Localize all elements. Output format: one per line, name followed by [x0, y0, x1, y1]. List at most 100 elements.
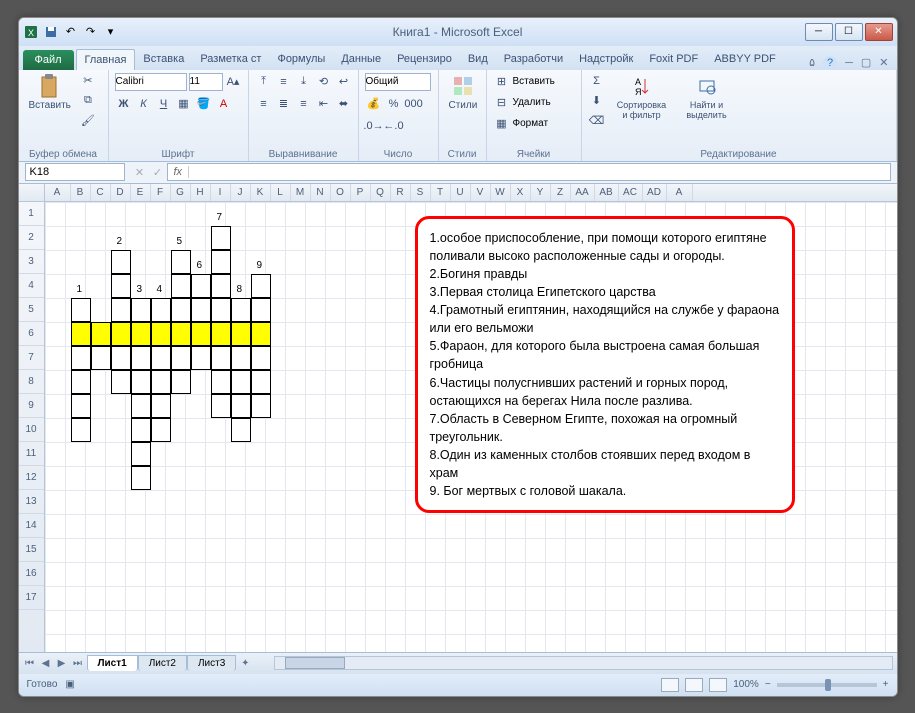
crossword-cell[interactable]: [131, 370, 151, 394]
window-minimize-icon[interactable]: ─: [845, 57, 853, 69]
crossword-cell[interactable]: [71, 394, 91, 418]
insert-cells-icon[interactable]: ⊞: [493, 73, 511, 91]
row-header[interactable]: 7: [19, 346, 44, 370]
column-header[interactable]: M: [291, 184, 311, 201]
crossword-cell[interactable]: [211, 274, 231, 298]
bold-icon[interactable]: Ж: [115, 95, 133, 113]
crossword-cell[interactable]: [151, 298, 171, 322]
column-header[interactable]: J: [231, 184, 251, 201]
crossword-cell[interactable]: [71, 322, 91, 346]
row-header[interactable]: 16: [19, 562, 44, 586]
crossword-cell[interactable]: [131, 298, 151, 322]
column-header[interactable]: H: [191, 184, 211, 201]
crossword-cell[interactable]: [131, 394, 151, 418]
crossword-cell[interactable]: [211, 346, 231, 370]
window-close-icon[interactable]: ✕: [879, 56, 888, 69]
undo-icon[interactable]: ↶: [63, 24, 79, 40]
row-header[interactable]: 3: [19, 250, 44, 274]
column-header[interactable]: AB: [595, 184, 619, 201]
column-header[interactable]: K: [251, 184, 271, 201]
crossword-cell[interactable]: [171, 298, 191, 322]
fill-color-icon[interactable]: 🪣: [195, 95, 213, 113]
ribbon-tab-2[interactable]: Разметка ст: [192, 49, 269, 70]
crossword-cell[interactable]: [111, 346, 131, 370]
column-header[interactable]: E: [131, 184, 151, 201]
cells-area[interactable]: 725691348 1.особое приспособление, при п…: [45, 202, 897, 652]
crossword-cell[interactable]: [211, 370, 231, 394]
column-header[interactable]: V: [471, 184, 491, 201]
crossword-cell[interactable]: [151, 418, 171, 442]
crossword-cell[interactable]: [211, 226, 231, 250]
row-header[interactable]: 4: [19, 274, 44, 298]
crossword-cell[interactable]: [251, 274, 271, 298]
cancel-formula-icon[interactable]: ✕: [131, 163, 149, 181]
number-format-combo[interactable]: [365, 73, 431, 91]
column-header[interactable]: AA: [571, 184, 595, 201]
row-header[interactable]: 14: [19, 514, 44, 538]
underline-icon[interactable]: Ч: [155, 95, 173, 113]
column-header[interactable]: Y: [531, 184, 551, 201]
align-bottom-icon[interactable]: ⤓: [295, 73, 313, 91]
column-header[interactable]: I: [211, 184, 231, 201]
zoom-out-icon[interactable]: −: [765, 679, 771, 690]
sheet-nav-first-icon[interactable]: ⏮: [23, 656, 37, 670]
find-select-button[interactable]: Найти и выделить: [678, 72, 736, 122]
normal-view-button[interactable]: [661, 678, 679, 692]
crossword-cell[interactable]: [171, 250, 191, 274]
ribbon-tab-10[interactable]: ABBYY PDF: [706, 49, 784, 70]
column-header[interactable]: U: [451, 184, 471, 201]
crossword-cell[interactable]: [211, 394, 231, 418]
qat-more-icon[interactable]: ▾: [103, 24, 119, 40]
column-header[interactable]: L: [271, 184, 291, 201]
column-header[interactable]: X: [511, 184, 531, 201]
merge-icon[interactable]: ⬌: [335, 95, 353, 113]
crossword-cell[interactable]: [231, 394, 251, 418]
crossword-cell[interactable]: [231, 418, 251, 442]
column-header[interactable]: F: [151, 184, 171, 201]
horizontal-scrollbar[interactable]: [274, 656, 892, 670]
row-header[interactable]: 5: [19, 298, 44, 322]
row-header[interactable]: 9: [19, 394, 44, 418]
page-layout-view-button[interactable]: [685, 678, 703, 692]
ribbon-tab-3[interactable]: Формулы: [269, 49, 333, 70]
crossword-cell[interactable]: [191, 274, 211, 298]
crossword-cell[interactable]: [251, 346, 271, 370]
zoom-level[interactable]: 100%: [733, 679, 759, 690]
crossword-cell[interactable]: [171, 370, 191, 394]
column-header[interactable]: N: [311, 184, 331, 201]
crossword-cell[interactable]: [131, 466, 151, 490]
sort-filter-button[interactable]: AЯСортировка и фильтр: [610, 72, 674, 122]
row-header[interactable]: 11: [19, 442, 44, 466]
grow-font-icon[interactable]: A▴: [225, 73, 242, 91]
crossword-cell[interactable]: [111, 274, 131, 298]
zoom-slider-thumb[interactable]: [825, 679, 831, 691]
sheet-nav-last-icon[interactable]: ⏭: [71, 656, 85, 670]
macro-record-icon[interactable]: ▣: [65, 679, 74, 690]
ribbon-tab-0[interactable]: Главная: [76, 49, 136, 70]
column-header[interactable]: R: [391, 184, 411, 201]
ribbon-tab-4[interactable]: Данные: [333, 49, 389, 70]
crossword-cell[interactable]: [251, 394, 271, 418]
align-center-icon[interactable]: ≣: [275, 95, 293, 113]
column-header[interactable]: A: [667, 184, 693, 201]
crossword-cell[interactable]: [151, 346, 171, 370]
new-sheet-icon[interactable]: ✦: [238, 656, 252, 670]
crossword-cell[interactable]: [111, 250, 131, 274]
crossword-cell[interactable]: [111, 298, 131, 322]
crossword-cell[interactable]: [191, 298, 211, 322]
align-right-icon[interactable]: ≡: [295, 95, 313, 113]
crossword-cell[interactable]: [131, 418, 151, 442]
crossword-cell[interactable]: [71, 418, 91, 442]
sheet-nav-prev-icon[interactable]: ◀: [39, 656, 53, 670]
column-header[interactable]: Z: [551, 184, 571, 201]
column-header[interactable]: S: [411, 184, 431, 201]
crossword-cell[interactable]: [231, 370, 251, 394]
crossword-cell[interactable]: [131, 346, 151, 370]
file-tab[interactable]: Файл: [23, 50, 74, 70]
percent-icon[interactable]: %: [385, 95, 403, 113]
close-button[interactable]: ✕: [865, 23, 893, 41]
column-header[interactable]: C: [91, 184, 111, 201]
crossword-cell[interactable]: [111, 322, 131, 346]
row-header[interactable]: 13: [19, 490, 44, 514]
crossword-cell[interactable]: [131, 442, 151, 466]
